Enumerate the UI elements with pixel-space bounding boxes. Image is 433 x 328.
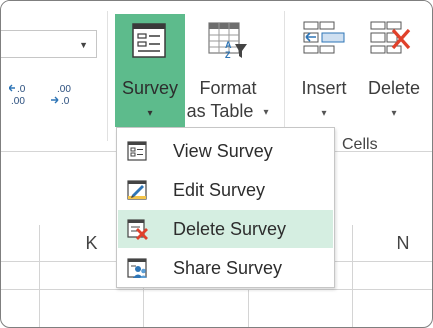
survey-button-label: Survey — [121, 78, 179, 98]
delete-cells-button[interactable]: Delete ▾ — [361, 14, 427, 127]
font-size-combo[interactable]: ▼ — [1, 30, 97, 58]
insert-cells-button[interactable]: Insert ▾ — [293, 14, 355, 127]
edit-survey-icon — [127, 180, 147, 200]
share-survey-icon — [127, 258, 147, 278]
row-divider — [1, 289, 432, 290]
ribbon-separator — [107, 11, 108, 141]
menu-item-view-survey[interactable]: View Survey — [118, 132, 333, 170]
delete-label: Delete — [367, 78, 421, 98]
svg-text:.00: .00 — [11, 96, 25, 107]
format-as-table-icon: A Z — [208, 22, 247, 60]
chevron-down-icon[interactable]: ▼ — [79, 40, 88, 50]
increase-decimal-icon: .0 .00 — [8, 84, 26, 107]
ribbon-separator — [284, 11, 285, 141]
menu-item-label: Edit Survey — [173, 180, 266, 200]
decrease-decimal-button[interactable]: .00 .0 — [51, 83, 77, 110]
format-as-table-label-line1: Format — [199, 78, 257, 98]
svg-text:.0: .0 — [61, 96, 70, 107]
insert-cells-icon — [303, 21, 345, 54]
survey-dropdown-menu: View Survey Edit Survey Delete Survey Sh… — [116, 127, 335, 288]
increase-decimal-button[interactable]: .0 .00 — [8, 83, 35, 110]
menu-item-label: Delete Survey — [173, 219, 287, 239]
column-divider — [248, 289, 249, 327]
insert-label: Insert — [301, 78, 347, 98]
svg-text:Z: Z — [225, 50, 231, 60]
column-header-n[interactable]: N — [353, 225, 432, 261]
format-as-table-button[interactable]: A Z Format as Table ▾ — [187, 14, 269, 127]
menu-item-delete-survey[interactable]: Delete Survey — [118, 210, 333, 248]
menu-item-edit-survey[interactable]: Edit Survey — [118, 171, 333, 209]
survey-button[interactable]: Survey ▾ — [115, 14, 185, 127]
menu-item-label: View Survey — [173, 141, 273, 161]
chevron-down-icon: ▾ — [391, 108, 397, 119]
decrease-decimal-icon: .00 .0 — [51, 84, 71, 107]
survey-icon — [132, 23, 166, 58]
svg-text:.0: .0 — [17, 84, 26, 95]
chevron-down-icon: ▾ — [147, 108, 153, 119]
svg-text:A: A — [225, 40, 232, 50]
cells-group-label: Cells — [342, 136, 378, 153]
svg-text:.00: .00 — [57, 84, 71, 95]
delete-survey-icon — [127, 219, 148, 240]
menu-item-label: Share Survey — [173, 258, 283, 278]
chevron-down-icon: ▾ — [321, 108, 327, 119]
view-survey-icon — [127, 141, 147, 161]
delete-cells-icon — [370, 21, 411, 54]
menu-item-share-survey[interactable]: Share Survey — [118, 249, 333, 287]
excel-window-crop: ▼ .0 .00 .00 .0 Survey ▾ A Z Format as T… — [0, 0, 433, 328]
